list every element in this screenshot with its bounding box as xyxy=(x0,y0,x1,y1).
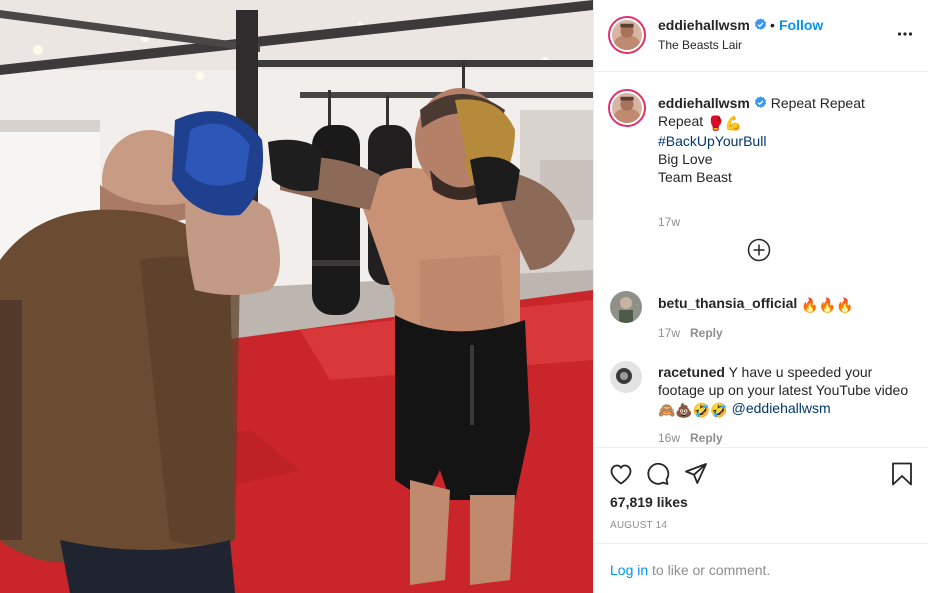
comments-list[interactable]: eddiehallwsm Repeat Repeat Repeat 🥊💪 #Ba… xyxy=(594,73,928,447)
instagram-post: eddiehallwsm • Follow The Beasts Lair ed… xyxy=(0,0,928,593)
comment-text-block: betu_thansia_official 🔥🔥🔥 xyxy=(658,294,915,314)
comment-text-block: racetuned Y have u speeded your footage … xyxy=(658,363,915,419)
follow-button[interactable]: Follow xyxy=(779,17,823,33)
comment-mention[interactable]: @eddiehallwsm xyxy=(732,400,831,416)
comment-bubble-icon xyxy=(647,462,670,485)
post-header: eddiehallwsm • Follow The Beasts Lair xyxy=(594,0,928,72)
author-avatar-image xyxy=(612,20,642,50)
post-sidebar: eddiehallwsm • Follow The Beasts Lair ed… xyxy=(593,0,928,593)
login-link[interactable]: Log in xyxy=(610,562,648,578)
comment-emojis: 🔥🔥🔥 xyxy=(801,297,854,313)
login-suffix: to like or comment. xyxy=(652,562,771,578)
comment-meta: 16w Reply xyxy=(658,431,723,445)
caption-emojis: 🥊💪 xyxy=(707,115,742,131)
comment-age: 16w xyxy=(658,431,681,445)
caption-age[interactable]: 17w xyxy=(658,215,680,229)
reply-button[interactable]: Reply xyxy=(690,431,723,445)
caption-hashtag[interactable]: #BackUpYourBull xyxy=(658,133,766,149)
plus-circle-icon xyxy=(747,238,771,262)
caption-line4: Big Love xyxy=(658,151,713,167)
commenter-avatar[interactable] xyxy=(610,361,642,393)
caption-author-avatar[interactable] xyxy=(608,89,646,127)
verified-badge-icon xyxy=(754,18,767,31)
comment-username[interactable]: betu_thansia_official xyxy=(658,295,797,311)
login-prompt-text: Log in to like or comment. xyxy=(610,562,770,578)
reply-button[interactable]: Reply xyxy=(690,326,723,340)
caption-line5: Team Beast xyxy=(658,169,732,185)
comment-age: 17w xyxy=(658,326,681,340)
comment-username[interactable]: racetuned xyxy=(658,364,725,380)
save-button[interactable] xyxy=(889,461,915,487)
more-options-icon[interactable] xyxy=(897,26,913,42)
post-photo[interactable] xyxy=(0,0,593,593)
author-avatar[interactable] xyxy=(608,16,646,54)
author-username[interactable]: eddiehallwsm xyxy=(658,17,750,33)
paper-plane-icon xyxy=(685,463,707,484)
load-more-comments-button[interactable] xyxy=(747,238,771,262)
post-date[interactable]: AUGUST 14 xyxy=(610,520,667,531)
caption-text-block: eddiehallwsm Repeat Repeat Repeat 🥊💪 #Ba… xyxy=(658,94,915,186)
verified-badge-icon xyxy=(754,96,767,109)
author-username-link[interactable]: eddiehallwsm xyxy=(658,17,767,33)
caption-avatar-image xyxy=(612,93,642,123)
like-button[interactable] xyxy=(608,461,634,487)
comment-meta: 17w Reply xyxy=(658,326,723,340)
comment-emojis: 🙈💩🤣🤣 xyxy=(658,402,728,418)
header-separator: • xyxy=(770,17,775,33)
commenter-avatar-image xyxy=(610,361,642,393)
boxing-training-photo xyxy=(0,0,593,593)
caption-line2: Repeat xyxy=(658,113,704,129)
share-button[interactable] xyxy=(683,461,709,487)
caption-line1: Repeat Repeat xyxy=(770,95,865,111)
likes-count[interactable]: 67,819 likes xyxy=(610,494,688,510)
caption-username[interactable]: eddiehallwsm xyxy=(658,95,750,111)
comment-button[interactable] xyxy=(645,461,671,487)
post-location[interactable]: The Beasts Lair xyxy=(658,38,742,52)
post-actions: 67,819 likes AUGUST 14 xyxy=(594,447,928,543)
caption-meta: 17w xyxy=(658,215,680,229)
login-prompt: Log in to like or comment. xyxy=(594,543,928,593)
heart-icon xyxy=(610,464,632,485)
commenter-avatar[interactable] xyxy=(610,291,642,323)
bookmark-icon xyxy=(892,462,912,486)
commenter-avatar-image xyxy=(610,291,642,323)
